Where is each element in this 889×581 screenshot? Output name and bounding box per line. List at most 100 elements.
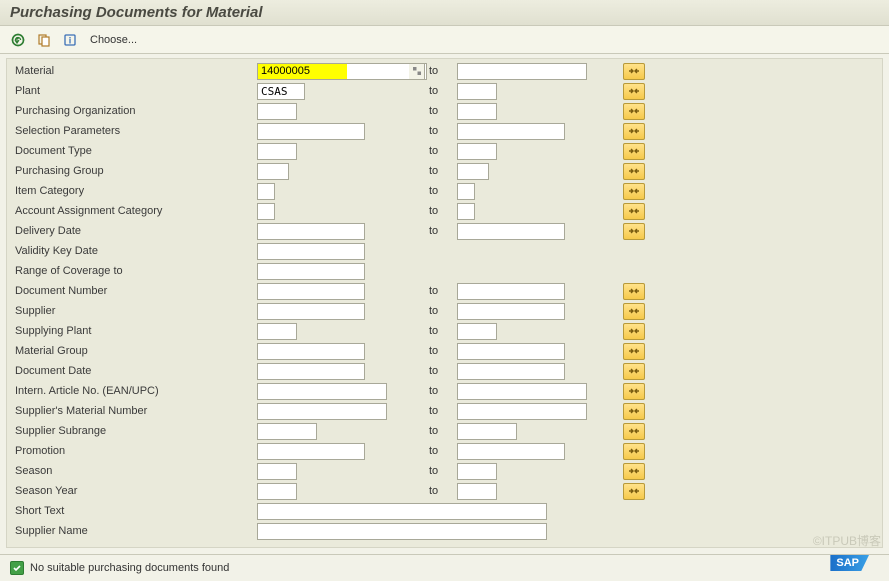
itemcat-label: Item Category <box>13 185 257 197</box>
multi-select-icon[interactable] <box>623 483 645 500</box>
supplant-to-input[interactable] <box>457 323 497 340</box>
docnum-to-input[interactable] <box>457 283 565 300</box>
multi-select-icon[interactable] <box>623 423 645 440</box>
to-label: to <box>427 325 457 337</box>
doctype-label: Document Type <box>13 145 257 157</box>
to-label: to <box>427 485 457 497</box>
docdate-label: Document Date <box>13 365 257 377</box>
ean-from-input[interactable] <box>257 383 387 400</box>
multi-select-icon[interactable] <box>623 63 645 80</box>
to-label: to <box>427 105 457 117</box>
supplier-from-input[interactable] <box>257 303 365 320</box>
selparam-from-input[interactable] <box>257 123 365 140</box>
ean-to-input[interactable] <box>457 383 587 400</box>
choose-button[interactable]: Choose... <box>86 32 141 48</box>
multi-select-icon[interactable] <box>623 363 645 380</box>
svg-text:i: i <box>69 35 72 45</box>
multi-select-icon[interactable] <box>623 283 645 300</box>
subrange-from-input[interactable] <box>257 423 317 440</box>
pgrp-from-input[interactable] <box>257 163 289 180</box>
deldate-from-input[interactable] <box>257 223 365 240</box>
pgrp-to-input[interactable] <box>457 163 489 180</box>
f4-help-icon[interactable] <box>409 63 425 80</box>
ean-label: Intern. Article No. (EAN/UPC) <box>13 385 257 397</box>
promo-from-input[interactable] <box>257 443 365 460</box>
supname-input[interactable] <box>257 523 547 540</box>
deldate-to-input[interactable] <box>457 223 565 240</box>
material-to-input[interactable] <box>457 63 587 80</box>
info-icon[interactable]: i <box>60 31 80 49</box>
porg-label: Purchasing Organization <box>13 105 257 117</box>
material-label: Material <box>13 65 257 77</box>
promo-to-input[interactable] <box>457 443 565 460</box>
itemcat-from-input[interactable] <box>257 183 275 200</box>
seasonyr-from-input[interactable] <box>257 483 297 500</box>
status-text: No suitable purchasing documents found <box>30 562 229 574</box>
to-label: to <box>427 445 457 457</box>
multi-select-icon[interactable] <box>623 323 645 340</box>
multi-select-icon[interactable] <box>623 463 645 480</box>
seasonyr-label: Season Year <box>13 485 257 497</box>
multi-select-icon[interactable] <box>623 103 645 120</box>
multi-select-icon[interactable] <box>623 403 645 420</box>
multi-select-icon[interactable] <box>623 223 645 240</box>
supmatnr-to-input[interactable] <box>457 403 587 420</box>
rangecov-input[interactable] <box>257 263 365 280</box>
to-label: to <box>427 205 457 217</box>
multi-select-icon[interactable] <box>623 383 645 400</box>
status-bar: No suitable purchasing documents found <box>0 554 889 581</box>
variant-icon[interactable] <box>34 31 54 49</box>
supplier-to-input[interactable] <box>457 303 565 320</box>
seasonyr-to-input[interactable] <box>457 483 497 500</box>
supmatnr-from-input[interactable] <box>257 403 387 420</box>
doctype-to-input[interactable] <box>457 143 497 160</box>
multi-select-icon[interactable] <box>623 143 645 160</box>
multi-select-icon[interactable] <box>623 83 645 100</box>
subrange-to-input[interactable] <box>457 423 517 440</box>
porg-from-input[interactable] <box>257 103 297 120</box>
supname-label: Supplier Name <box>13 525 257 537</box>
material-from-input[interactable] <box>257 63 347 80</box>
selparam-label: Selection Parameters <box>13 125 257 137</box>
validkey-input[interactable] <box>257 243 365 260</box>
plant-to-input[interactable] <box>457 83 497 100</box>
multi-select-icon[interactable] <box>623 443 645 460</box>
subrange-label: Supplier Subrange <box>13 425 257 437</box>
shorttxt-input[interactable] <box>257 503 547 520</box>
multi-select-icon[interactable] <box>623 303 645 320</box>
multi-select-icon[interactable] <box>623 123 645 140</box>
acctasgn-to-input[interactable] <box>457 203 475 220</box>
multi-select-icon[interactable] <box>623 183 645 200</box>
doctype-from-input[interactable] <box>257 143 297 160</box>
to-label: to <box>427 125 457 137</box>
season-from-input[interactable] <box>257 463 297 480</box>
multi-select-icon[interactable] <box>623 343 645 360</box>
deldate-label: Delivery Date <box>13 225 257 237</box>
plant-from-input[interactable] <box>257 83 305 100</box>
docdate-from-input[interactable] <box>257 363 365 380</box>
multi-select-icon[interactable] <box>623 163 645 180</box>
to-label: to <box>427 405 457 417</box>
supplier-label: Supplier <box>13 305 257 317</box>
docdate-to-input[interactable] <box>457 363 565 380</box>
status-success-icon <box>10 561 24 575</box>
matgrp-from-input[interactable] <box>257 343 365 360</box>
season-to-input[interactable] <box>457 463 497 480</box>
validkey-label: Validity Key Date <box>13 245 257 257</box>
multi-select-icon[interactable] <box>623 203 645 220</box>
to-label: to <box>427 225 457 237</box>
execute-icon[interactable] <box>8 31 28 49</box>
to-label: to <box>427 145 457 157</box>
supplant-label: Supplying Plant <box>13 325 257 337</box>
supplant-from-input[interactable] <box>257 323 297 340</box>
acctasgn-label: Account Assignment Category <box>13 205 257 217</box>
docnum-from-input[interactable] <box>257 283 365 300</box>
porg-to-input[interactable] <box>457 103 497 120</box>
matgrp-to-input[interactable] <box>457 343 565 360</box>
to-label: to <box>427 345 457 357</box>
to-label: to <box>427 465 457 477</box>
itemcat-to-input[interactable] <box>457 183 475 200</box>
acctasgn-from-input[interactable] <box>257 203 275 220</box>
to-label: to <box>427 385 457 397</box>
selparam-to-input[interactable] <box>457 123 565 140</box>
